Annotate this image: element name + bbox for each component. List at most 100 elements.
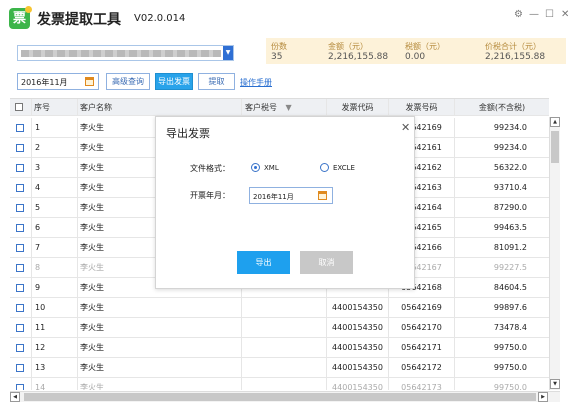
format-xml-label[interactable]: XML <box>264 164 279 172</box>
row-checkbox[interactable] <box>16 124 24 132</box>
issue-month-label: 开票年月： <box>190 191 230 200</box>
vertical-scrollbar[interactable]: ▲ ▼ <box>549 117 560 390</box>
cell-select <box>10 238 32 257</box>
row-checkbox[interactable] <box>16 224 24 232</box>
cancel-button[interactable]: 取消 <box>300 251 353 274</box>
extract-button[interactable]: 提取 <box>198 73 235 90</box>
cell-select <box>10 118 32 137</box>
manual-link[interactable]: 操作手册 <box>240 77 272 88</box>
stat-value-amount: 2,216,155.88 <box>328 52 389 62</box>
row-checkbox[interactable] <box>16 164 24 172</box>
cell-amount: 81091.2 <box>493 243 527 252</box>
row-checkbox[interactable] <box>16 304 24 312</box>
cell-amount: 99234.0 <box>493 143 527 152</box>
cell-tax-no <box>242 338 327 357</box>
row-checkbox[interactable] <box>16 144 24 152</box>
title-bar: 票 发票提取工具 V02.0.014 ⚙ — ☐ ✕ <box>0 0 572 36</box>
cell-invoice-code: 4400154350 <box>327 378 389 390</box>
stat-value-tax: 0.00 <box>405 52 426 62</box>
header-seq[interactable]: 序号 <box>32 99 78 115</box>
vertical-scroll-thumb[interactable] <box>551 131 559 163</box>
scroll-down-arrow-icon[interactable]: ▼ <box>550 379 560 389</box>
cell-tax-no <box>242 318 327 337</box>
table-row[interactable]: 11 李火生 4400154350 05642170 73478.4 <box>10 318 549 338</box>
cell-invoice-number: 05642171 <box>389 338 455 357</box>
table-row[interactable]: 14 李火生 4400154350 05642173 99750.0 <box>10 378 549 390</box>
cell-customer: 李火生 <box>78 358 242 377</box>
calendar-icon[interactable] <box>85 77 94 86</box>
cell-amount: 99750.0 <box>493 343 527 352</box>
advanced-search-button[interactable]: 高级查询 <box>106 73 150 90</box>
header-customer[interactable]: 客户名称 <box>78 99 242 115</box>
cell-amount: 87290.0 <box>493 203 527 212</box>
app-title: 发票提取工具 <box>37 12 121 28</box>
header-tax-no[interactable]: 客户税号 ▼ <box>242 99 327 115</box>
stat-label-total: 价税合计（元） <box>485 42 541 51</box>
close-icon[interactable]: ✕ <box>561 9 569 20</box>
row-checkbox[interactable] <box>16 344 24 352</box>
table-row[interactable]: 10 李火生 4400154350 05642169 99897.6 <box>10 298 549 318</box>
header-tax-no-label: 客户税号 <box>245 103 277 112</box>
cell-amount: 93710.4 <box>493 183 527 192</box>
cell-seq: 12 <box>32 338 78 357</box>
cell-seq: 4 <box>32 178 78 197</box>
account-select-value-redacted <box>21 50 221 57</box>
scroll-left-arrow-icon[interactable]: ◀ <box>10 392 20 402</box>
maximize-icon[interactable]: ☐ <box>545 9 554 20</box>
row-checkbox[interactable] <box>16 384 24 390</box>
header-number[interactable]: 发票号码 <box>389 99 455 115</box>
cell-invoice-number: 05642170 <box>389 318 455 337</box>
export-invoice-button[interactable]: 导出发票 <box>155 73 193 90</box>
cell-select <box>10 218 32 237</box>
account-select[interactable]: ▼ <box>17 45 234 61</box>
month-picker-value: 2016年11月 <box>21 78 68 87</box>
app-logo-icon: 票 <box>9 6 32 29</box>
cell-invoice-number: 05642173 <box>389 378 455 390</box>
header-code[interactable]: 发票代码 <box>327 99 389 115</box>
horizontal-scrollbar[interactable]: ◀ ▶ <box>10 391 560 402</box>
row-checkbox[interactable] <box>16 264 24 272</box>
filter-icon[interactable]: ▼ <box>286 103 292 112</box>
export-button[interactable]: 导出 <box>237 251 290 274</box>
format-excel-label[interactable]: EXCLE <box>333 164 355 172</box>
header-amount[interactable]: 金额(不含税) <box>455 99 549 115</box>
cell-seq: 11 <box>32 318 78 337</box>
cell-invoice-code: 4400154350 <box>327 358 389 377</box>
format-excel-radio[interactable] <box>320 163 329 172</box>
cell-tax-no <box>242 298 327 317</box>
settings-gear-icon[interactable]: ⚙ <box>514 9 523 20</box>
chevron-down-icon[interactable]: ▼ <box>223 46 233 60</box>
calendar-icon[interactable] <box>318 191 327 200</box>
cell-seq: 9 <box>32 278 78 297</box>
row-checkbox[interactable] <box>16 204 24 212</box>
cell-invoice-code: 4400154350 <box>327 298 389 317</box>
row-checkbox[interactable] <box>16 184 24 192</box>
cell-select <box>10 138 32 157</box>
cell-tax-no <box>242 358 327 377</box>
scroll-up-arrow-icon[interactable]: ▲ <box>550 117 560 127</box>
cell-amount: 99227.5 <box>493 263 527 272</box>
dialog-close-icon[interactable]: ✕ <box>401 121 410 134</box>
minimize-icon[interactable]: — <box>529 9 539 20</box>
cell-select <box>10 298 32 317</box>
cell-seq: 2 <box>32 138 78 157</box>
row-checkbox[interactable] <box>16 284 24 292</box>
cell-select <box>10 158 32 177</box>
select-all-checkbox[interactable] <box>15 103 23 111</box>
dialog-month-picker[interactable]: 2016年11月 <box>249 187 333 204</box>
table-row[interactable]: 12 李火生 4400154350 05642171 99750.0 <box>10 338 549 358</box>
row-checkbox[interactable] <box>16 244 24 252</box>
scroll-right-arrow-icon[interactable]: ▶ <box>538 392 548 402</box>
month-picker[interactable]: 2016年11月 <box>17 73 99 90</box>
table-row[interactable]: 13 李火生 4400154350 05642172 99750.0 <box>10 358 549 378</box>
format-xml-radio[interactable] <box>251 163 260 172</box>
horizontal-scroll-thumb[interactable] <box>24 393 536 401</box>
cell-seq: 13 <box>32 358 78 377</box>
row-checkbox[interactable] <box>16 324 24 332</box>
cell-invoice-code: 4400154350 <box>327 338 389 357</box>
cell-amount: 99750.0 <box>493 383 527 390</box>
stat-value-total: 2,216,155.88 <box>485 52 546 62</box>
app-version: V02.0.014 <box>134 13 186 24</box>
row-checkbox[interactable] <box>16 364 24 372</box>
cell-customer: 李火生 <box>78 318 242 337</box>
